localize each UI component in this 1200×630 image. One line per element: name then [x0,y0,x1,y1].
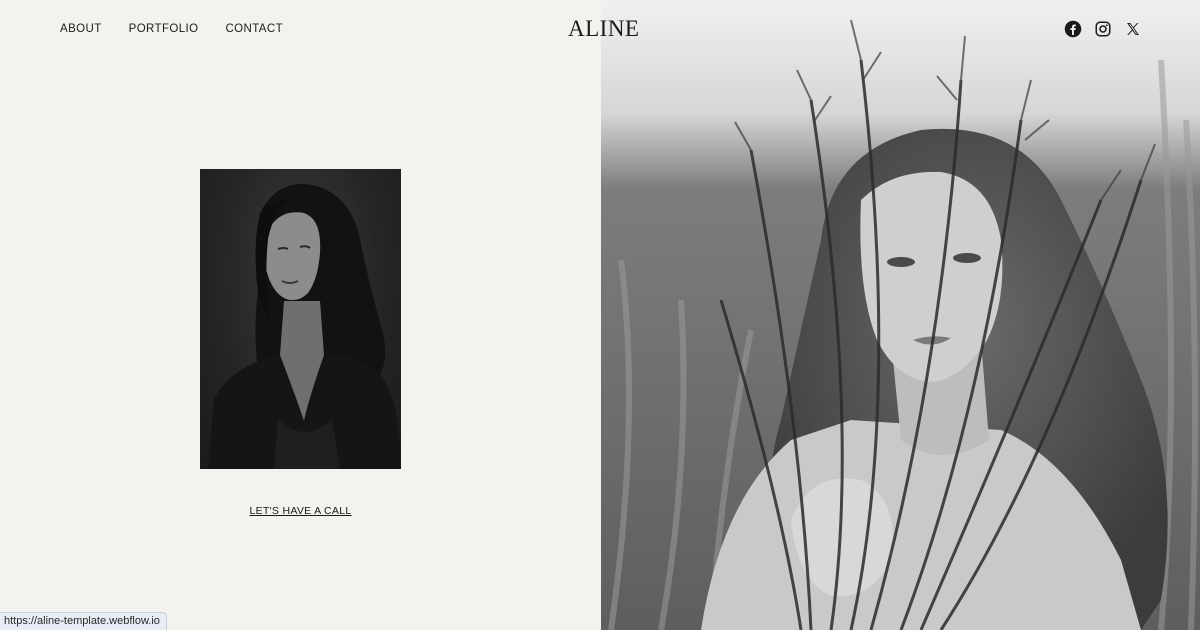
feature-graphic [601,0,1200,630]
portrait-image [200,169,401,469]
facebook-icon[interactable] [1064,20,1082,38]
brand-logo[interactable]: ALINE [568,16,639,42]
nav-contact[interactable]: CONTACT [225,23,283,35]
nav-about[interactable]: ABOUT [60,23,102,35]
feature-image [601,0,1200,630]
page: ABOUT PORTFOLIO CONTACT LET'S HAVE A CAL… [0,0,1200,630]
instagram-icon[interactable] [1094,20,1112,38]
lets-have-a-call-link[interactable]: LET'S HAVE A CALL [249,505,351,517]
left-panel: ABOUT PORTFOLIO CONTACT LET'S HAVE A CAL… [0,0,601,630]
portrait-graphic [208,184,401,469]
social-links [1064,20,1142,38]
browser-status-url: https://aline-template.webflow.io [0,612,167,630]
x-twitter-icon[interactable] [1124,20,1142,38]
cta-container: LET'S HAVE A CALL [0,501,601,519]
main-nav: ABOUT PORTFOLIO CONTACT [60,23,283,35]
nav-portfolio[interactable]: PORTFOLIO [129,23,199,35]
